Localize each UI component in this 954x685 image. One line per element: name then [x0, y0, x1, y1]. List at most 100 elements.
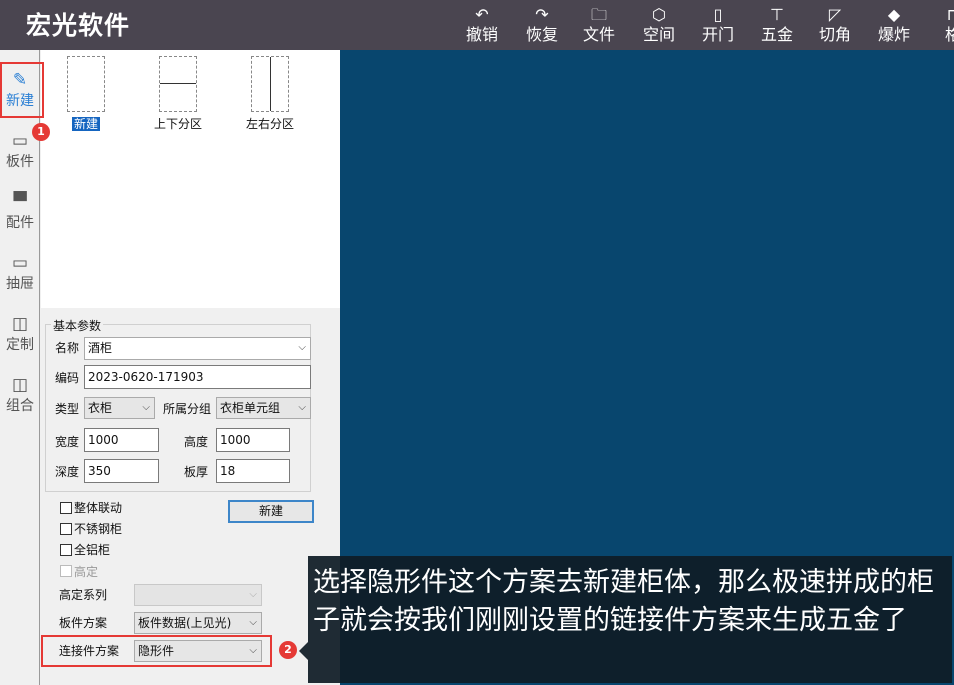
toolbar-button-6[interactable]: ◸ 切角: [810, 4, 860, 44]
custom-series-label: 高定系列: [59, 588, 108, 602]
hardware-icon: ⊤: [770, 5, 784, 24]
depth-input[interactable]: 350: [84, 459, 159, 483]
type-label: 类型: [55, 402, 80, 416]
grid-icon: ⊓: [946, 5, 954, 24]
sidebar-item-label: 组合: [6, 398, 34, 414]
template-thumbnail: [159, 56, 197, 112]
template-item-1[interactable]: 上下分区: [148, 56, 208, 131]
board-scheme-value: 板件数据(上见光): [138, 616, 232, 630]
toolbar-label: 空间: [642, 25, 675, 44]
custom-checkbox[interactable]: [60, 565, 72, 577]
custom-series-select[interactable]: ⌵: [134, 584, 262, 606]
toolbar-button-2[interactable]: 🗀 文件: [574, 4, 624, 44]
template-label: 新建: [71, 117, 100, 131]
sidebar-item-3[interactable]: ▭ 抽屉: [0, 241, 40, 299]
toolbar-label: 五金: [760, 25, 793, 44]
chevron-down-icon: ⌵: [298, 342, 306, 353]
undo-icon: ↶: [475, 5, 489, 24]
highlight-connector-scheme: [41, 635, 272, 667]
name-value: 酒柜: [88, 341, 113, 355]
toolbar-button-5[interactable]: ⊤ 五金: [752, 4, 802, 44]
toolbar-label: 恢复: [525, 25, 558, 44]
combine-icon: ◫: [11, 375, 29, 395]
toolbar-label: 格: [944, 25, 954, 44]
sidebar-item-label: 板件: [6, 154, 34, 170]
highlight-new-tab: [0, 62, 44, 118]
toolbar-button-3[interactable]: ⬡ 空间: [634, 4, 684, 44]
app-title: 宏光软件: [26, 11, 131, 40]
custom-icon: ◫: [11, 314, 29, 334]
caption-pointer: [299, 642, 308, 660]
subtitle-caption: 选择隐形件这个方案去新建柜体，那么极速拼成的柜子就会按我们刚刚设置的链接件方案来…: [308, 556, 952, 683]
template-item-0[interactable]: 新建: [56, 56, 116, 131]
sidebar-item-label: 定制: [6, 337, 34, 353]
drawer-icon: ▭: [11, 253, 29, 273]
toolbar-label: 撤销: [465, 25, 498, 44]
toolbar-button-4[interactable]: ▯ 开门: [693, 4, 743, 44]
template-thumbnail: [67, 56, 105, 112]
toolbar-label: 切角: [818, 25, 851, 44]
group-title: 基本参数: [51, 317, 104, 334]
template-item-2[interactable]: 左右分区: [240, 56, 300, 131]
template-label: 左右分区: [245, 117, 294, 131]
depth-label: 深度: [55, 465, 80, 479]
aluminum-checkbox[interactable]: [60, 544, 72, 556]
sidebar-item-4[interactable]: ◫ 定制: [0, 302, 40, 360]
board-scheme-select[interactable]: 板件数据(上见光) ⌵: [134, 612, 262, 634]
toolbar-label: 爆炸: [877, 25, 910, 44]
thickness-input[interactable]: 18: [216, 459, 290, 483]
thickness-label: 板厚: [184, 465, 209, 479]
group-label: 所属分组: [163, 402, 212, 416]
height-input[interactable]: 1000: [216, 428, 290, 452]
title-bar: 宏光软件 ↶ 撤销 ↷ 恢复 🗀 文件 ⬡ 空间 ▯ 开门 ⊤ 五金 ◸ 切角 ◆ 爆炸 ⊓ 格: [0, 0, 954, 50]
door-icon: ▯: [713, 5, 723, 24]
name-label: 名称: [55, 341, 80, 355]
toolbar-button-0[interactable]: ↶ 撤销: [457, 4, 507, 44]
name-select[interactable]: 酒柜 ⌵: [84, 337, 311, 360]
divider-line: [160, 83, 196, 84]
cube-icon: ⬡: [652, 5, 666, 24]
type-select[interactable]: 衣柜 ⌵: [84, 397, 155, 419]
divider-line: [270, 57, 271, 111]
group-value: 衣柜单元组: [220, 401, 281, 415]
chevron-down-icon: ⌵: [249, 589, 257, 600]
step-badge-2: 2: [279, 641, 297, 659]
chevron-down-icon: ⌵: [249, 617, 257, 628]
template-panel: 新建 上下分区 左右分区: [41, 50, 340, 308]
code-input[interactable]: 2023-0620-171903: [84, 365, 311, 389]
fitting-icon: ▀: [13, 192, 27, 212]
new-button[interactable]: 新建: [228, 500, 314, 523]
corner-cut-icon: ◸: [828, 5, 842, 24]
board-scheme-label: 板件方案: [59, 616, 108, 630]
chevron-down-icon: ⌵: [142, 402, 150, 413]
toolbar-button-1[interactable]: ↷ 恢复: [517, 4, 567, 44]
aluminum-label: 全铝柜: [74, 543, 111, 557]
toolbar-button-7[interactable]: ◆ 爆炸: [869, 4, 919, 44]
explode-icon: ◆: [887, 5, 901, 24]
stainless-checkbox[interactable]: [60, 523, 72, 535]
chevron-down-icon: ⌵: [298, 402, 306, 413]
folder-icon: 🗀: [590, 5, 607, 24]
custom-label: 高定: [74, 565, 99, 579]
params-panel: 基本参数 名称 酒柜 ⌵ 编码 2023-0620-171903 类型 衣柜 ⌵…: [41, 308, 340, 685]
sidebar-item-label: 配件: [6, 215, 34, 231]
width-input[interactable]: 1000: [84, 428, 159, 452]
type-value: 衣柜: [88, 401, 113, 415]
height-label: 高度: [184, 435, 209, 449]
redo-icon: ↷: [535, 5, 549, 24]
width-label: 宽度: [55, 435, 80, 449]
sidebar-item-label: 抽屉: [6, 276, 34, 292]
toolbar-button-8[interactable]: ⊓ 格: [928, 4, 954, 44]
step-badge-1: 1: [32, 123, 50, 141]
sidebar-item-2[interactable]: ▀ 配件: [0, 180, 40, 238]
linkage-checkbox[interactable]: [60, 502, 72, 514]
stainless-label: 不锈钢柜: [74, 522, 123, 536]
left-sidebar: ✎ 新建 ▭ 板件 ▀ 配件 ▭ 抽屉 ◫ 定制 ◫ 组合: [0, 50, 40, 685]
toolbar-label: 开门: [701, 25, 734, 44]
linkage-label: 整体联动: [74, 501, 123, 515]
template-label: 上下分区: [153, 117, 202, 131]
group-select[interactable]: 衣柜单元组 ⌵: [216, 397, 311, 419]
toolbar-label: 文件: [582, 25, 615, 44]
sidebar-item-5[interactable]: ◫ 组合: [0, 363, 40, 421]
template-thumbnail: [251, 56, 289, 112]
